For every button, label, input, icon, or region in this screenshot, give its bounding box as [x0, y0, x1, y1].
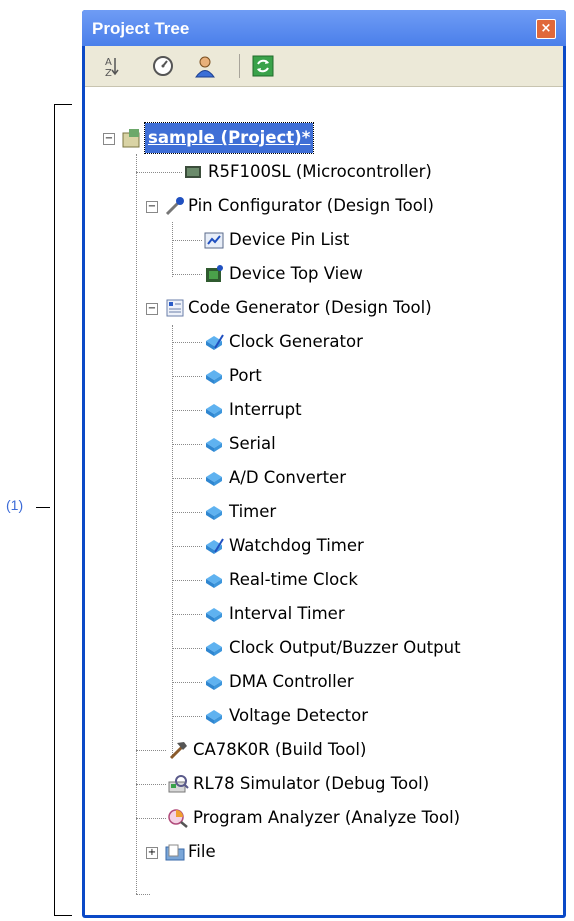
- tree-label-cg-item: Watchdog Timer: [229, 536, 364, 555]
- tree-branch: [172, 614, 202, 615]
- sort-az-button[interactable]: A Z: [99, 54, 123, 79]
- svg-text:Z: Z: [105, 68, 112, 78]
- project-tree-panel: Project Tree × A Z − sample (Project)* R…: [82, 10, 566, 918]
- collapse-icon[interactable]: −: [146, 303, 158, 315]
- tree-label-device-pin-list: Device Pin List: [229, 230, 350, 249]
- tree-label-debug-tool: RL78 Simulator (Debug Tool): [193, 774, 430, 793]
- refresh-icon: [252, 55, 274, 77]
- tree-branch: [172, 444, 202, 445]
- code-generator-icon: [166, 299, 184, 317]
- tree-branch: [136, 818, 166, 819]
- peripheral-icon: [206, 642, 222, 656]
- tree-branch: [172, 546, 202, 547]
- pin-tool-icon: [165, 197, 184, 216]
- tree-label-cg-item: Timer: [229, 502, 277, 521]
- annotation-bracket-top: [54, 104, 72, 105]
- tree-branch: [172, 478, 202, 479]
- property-button[interactable]: [151, 54, 175, 78]
- toolbar: A Z: [85, 46, 563, 87]
- tree-label-analyze-tool: Program Analyzer (Analyze Tool): [193, 808, 461, 827]
- collapse-icon[interactable]: −: [103, 133, 115, 145]
- tree-label-file: File: [188, 842, 216, 861]
- tree-branch: [172, 240, 202, 241]
- peripheral-edit-icon: [206, 334, 224, 350]
- peripheral-icon: [206, 710, 222, 724]
- close-button[interactable]: ×: [536, 19, 556, 39]
- tree-label-cg-item: Voltage Detector: [229, 706, 369, 725]
- peripheral-icon: [206, 506, 222, 520]
- sort-az-icon: A Z: [105, 57, 119, 79]
- tree-branch: [172, 342, 202, 343]
- tree-branch: [136, 172, 182, 173]
- project-tree: − sample (Project)* R5F100SL (Microcontr…: [85, 87, 563, 915]
- peripheral-icon: [206, 676, 222, 690]
- tree-line-root: [136, 154, 137, 894]
- tree-branch: [172, 274, 202, 275]
- panel-title: Project Tree: [92, 19, 190, 38]
- tree-label-build-tool: CA78K0R (Build Tool): [193, 740, 367, 759]
- peripheral-icon: [206, 472, 222, 486]
- simulator-icon: [168, 775, 189, 793]
- peripheral-icon: [206, 574, 222, 588]
- user-button[interactable]: [193, 54, 217, 78]
- tree-branch: [136, 750, 166, 751]
- pin-list-icon: [204, 232, 224, 249]
- tree-label-cg-item: Clock Output/Buzzer Output: [229, 638, 461, 657]
- annotation-bracket-bottom: [54, 915, 72, 916]
- tree-line-codegen: [172, 325, 173, 757]
- tree-label-project: sample (Project)*: [143, 122, 315, 154]
- annotation-bracket: [54, 104, 55, 916]
- tree-label-cg-item: Real-time Clock: [229, 570, 358, 589]
- annotation-label: (1): [6, 497, 24, 513]
- tree-branch: [136, 894, 150, 895]
- tree-branch: [172, 512, 202, 513]
- tree-label-cg-item: Clock Generator: [229, 332, 363, 351]
- analyzer-icon: [168, 809, 188, 828]
- tree-branch: [136, 784, 166, 785]
- annotation-tick: [36, 507, 50, 508]
- close-icon: ×: [540, 21, 552, 36]
- project-icon: [122, 129, 140, 148]
- tree-branch: [172, 376, 202, 377]
- tree-label-cg-item: DMA Controller: [229, 672, 354, 691]
- tree-branch: [172, 410, 202, 411]
- tree-branch: [172, 682, 202, 683]
- tree-label-cg-item: Serial: [229, 434, 276, 453]
- chip-icon: [185, 166, 201, 178]
- peripheral-icon: [206, 438, 222, 452]
- tree-label-cg-item: Port: [229, 366, 262, 385]
- tree-label-pin-configurator: Pin Configurator (Design Tool): [188, 196, 434, 215]
- refresh-button[interactable]: [251, 54, 275, 78]
- tree-label-cg-item: Interrupt: [229, 400, 302, 419]
- peripheral-edit-icon: [206, 538, 224, 554]
- tree-label-cg-item: Interval Timer: [229, 604, 345, 623]
- tree-label-microcontroller: R5F100SL (Microcontroller): [208, 162, 432, 181]
- tree-branch: [172, 580, 202, 581]
- hammer-icon: [169, 742, 187, 760]
- folder-icon: [165, 844, 185, 861]
- peripheral-icon: [206, 370, 222, 384]
- tree-line-pin: [172, 222, 173, 277]
- tree-label-code-generator: Code Generator (Design Tool): [188, 298, 432, 317]
- tree-branch: [172, 716, 202, 717]
- tree-label-device-top-view: Device Top View: [229, 264, 363, 283]
- top-view-icon: [206, 265, 223, 282]
- toolbar-separator: [239, 54, 240, 78]
- svg-text:A: A: [105, 57, 112, 68]
- peripheral-icon: [206, 608, 222, 622]
- tree-label-cg-item: A/D Converter: [229, 468, 346, 487]
- property-gauge-icon: [153, 56, 173, 76]
- peripheral-icon: [206, 404, 222, 418]
- expand-icon[interactable]: +: [146, 847, 158, 859]
- collapse-icon[interactable]: −: [146, 201, 158, 213]
- user-icon: [195, 56, 215, 78]
- panel-titlebar[interactable]: Project Tree ×: [82, 10, 566, 46]
- tree-branch: [172, 648, 202, 649]
